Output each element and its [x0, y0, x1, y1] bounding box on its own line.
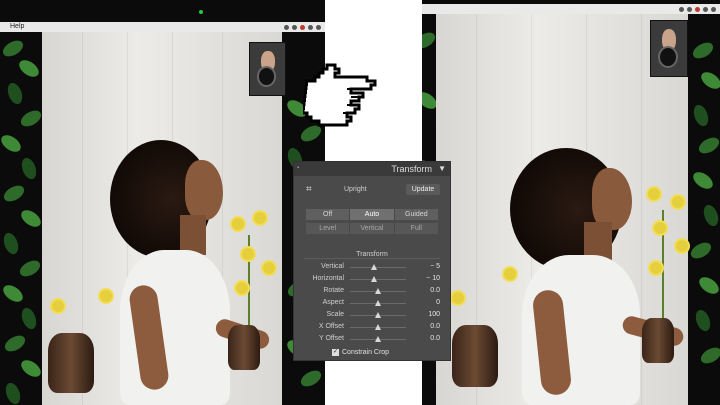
- flower: [236, 282, 248, 294]
- vase: [48, 333, 94, 393]
- tray-icon: [300, 24, 305, 30]
- slider-label: Vertical: [321, 263, 344, 270]
- right-photo-screenshot: [422, 0, 720, 405]
- foliage-right: [688, 14, 720, 405]
- slider-value[interactable]: 0.0: [430, 323, 440, 330]
- slider-value[interactable]: 0: [436, 299, 440, 306]
- slider-knob[interactable]: [371, 276, 377, 282]
- flower: [452, 292, 464, 304]
- slider-value[interactable]: − 10: [426, 275, 440, 282]
- slider-track[interactable]: [350, 279, 406, 280]
- camera-indicator: [199, 10, 203, 14]
- vase: [642, 318, 674, 363]
- transform-section-label: Transform: [356, 251, 388, 258]
- slider-knob[interactable]: [375, 312, 381, 318]
- tray-icon: [316, 24, 321, 30]
- scale-slider[interactable]: Scale 100: [294, 310, 450, 321]
- slider-label: Aspect: [322, 299, 344, 306]
- slider-value[interactable]: − 5: [430, 263, 440, 270]
- y-offset-slider[interactable]: Y Offset 0.0: [294, 334, 450, 345]
- slider-label: Horizontal: [312, 275, 344, 282]
- flower: [100, 290, 112, 302]
- pointing-hand-icon: [303, 63, 377, 127]
- slider-track[interactable]: [350, 267, 406, 268]
- slider-label: X Offset: [318, 323, 344, 330]
- slider-knob[interactable]: [375, 288, 381, 294]
- horizontal-slider[interactable]: Horizontal − 10: [294, 274, 450, 285]
- vase: [452, 325, 498, 387]
- upright-off-button[interactable]: Off: [306, 209, 350, 220]
- menu-help[interactable]: Help: [10, 22, 24, 32]
- slider-knob[interactable]: [375, 300, 381, 306]
- tray-icon: [292, 24, 297, 30]
- crop-icon[interactable]: ⌗: [306, 184, 312, 195]
- system-tray: [284, 22, 321, 32]
- flower: [242, 248, 254, 260]
- upright-guided-button[interactable]: Guided: [394, 209, 438, 220]
- update-button[interactable]: Update: [406, 184, 440, 195]
- subject-neck: [180, 215, 206, 255]
- flower: [654, 222, 666, 234]
- panel-grip-icon: ▪: [297, 165, 300, 171]
- system-tray: [679, 4, 716, 14]
- flower: [648, 188, 660, 200]
- slider-value[interactable]: 0.0: [430, 335, 440, 342]
- constrain-crop-option[interactable]: ✓ Constrain Crop: [332, 349, 389, 356]
- menu-bar-right: [422, 4, 720, 14]
- triangle-down-icon[interactable]: ▼: [438, 164, 446, 173]
- left-photo-screenshot: Help: [0, 0, 325, 405]
- flower: [504, 268, 516, 280]
- slider-knob[interactable]: [375, 336, 381, 342]
- upright-mode-row-2: Level Vertical Full: [306, 223, 438, 234]
- slider-label: Rotate: [323, 287, 344, 294]
- x-offset-slider[interactable]: X Offset 0.0: [294, 322, 450, 333]
- tray-icon: [711, 6, 716, 12]
- tray-icon: [695, 6, 700, 12]
- aspect-slider[interactable]: Aspect 0: [294, 298, 450, 309]
- slider-label: Scale: [326, 311, 344, 318]
- slider-label: Y Offset: [318, 335, 344, 342]
- slider-value[interactable]: 0.0: [430, 287, 440, 294]
- webcam-thumbnail: [249, 42, 286, 96]
- menu-bar: Help: [0, 22, 325, 32]
- vertical-slider[interactable]: Vertical − 5: [294, 262, 450, 273]
- upright-auto-button[interactable]: Auto: [350, 209, 394, 220]
- tray-icon: [284, 24, 289, 30]
- flower: [650, 262, 662, 274]
- slider-value[interactable]: 100: [428, 311, 440, 318]
- upright-mode-row: Off Auto Guided: [306, 209, 438, 220]
- upright-vertical-button[interactable]: Vertical: [350, 223, 394, 234]
- tray-icon: [308, 24, 313, 30]
- webcam-thumbnail: [650, 20, 688, 77]
- transform-panel: ▪ Transform ▼ ⌗ Upright Update Off Auto …: [294, 162, 450, 360]
- rotate-slider[interactable]: Rotate 0.0: [294, 286, 450, 297]
- flower: [52, 300, 64, 312]
- upright-level-button[interactable]: Level: [306, 223, 350, 234]
- flower: [672, 196, 684, 208]
- flower: [254, 212, 266, 224]
- tray-icon: [679, 6, 684, 12]
- vase: [228, 325, 260, 370]
- flower: [676, 240, 688, 252]
- panel-header[interactable]: ▪ Transform ▼: [294, 162, 450, 176]
- constrain-crop-checkbox[interactable]: ✓: [332, 349, 339, 356]
- slider-knob[interactable]: [371, 264, 377, 270]
- foliage-left: [0, 32, 44, 405]
- constrain-crop-label: Constrain Crop: [342, 349, 390, 356]
- upright-label: Upright: [344, 186, 367, 193]
- slider-knob[interactable]: [375, 324, 381, 330]
- tray-icon: [687, 6, 692, 12]
- flower: [232, 218, 244, 230]
- panel-title: Transform: [391, 164, 432, 174]
- tray-icon: [703, 6, 708, 12]
- section-divider: [304, 258, 440, 259]
- flower: [263, 262, 275, 274]
- upright-full-button[interactable]: Full: [394, 223, 438, 234]
